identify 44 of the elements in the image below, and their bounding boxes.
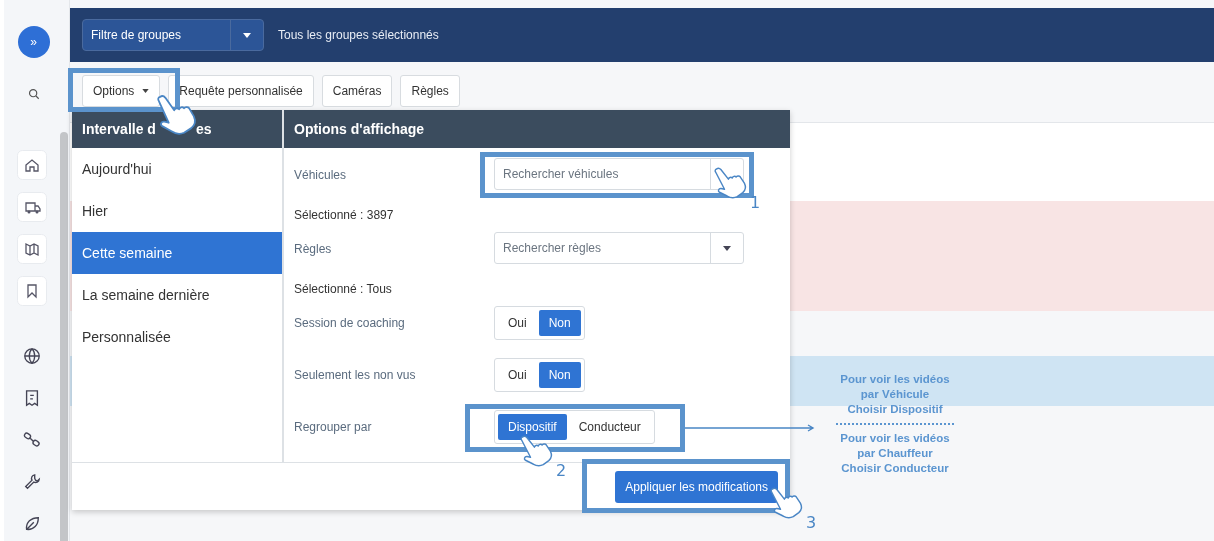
globe-icon[interactable]	[22, 346, 41, 366]
selection-count: Sélectionné : Tous	[294, 282, 392, 296]
home-icon[interactable]	[16, 150, 47, 180]
scrollbar[interactable]	[60, 132, 68, 541]
segment-button[interactable]: Dispositif	[498, 414, 567, 440]
date-range-item[interactable]: Cette semaine	[72, 232, 282, 274]
group-filter-select[interactable]: Filtre de groupes	[82, 19, 264, 51]
bookmark-icon[interactable]	[16, 276, 47, 306]
caret-icon	[723, 245, 731, 251]
panel-title: Options d'affichage	[294, 121, 425, 137]
link-icon[interactable]	[22, 430, 41, 450]
toolbar-button[interactable]: Options	[82, 75, 161, 107]
toolbar-button[interactable]: Règles	[400, 75, 460, 107]
caret-icon	[243, 32, 251, 38]
option-label: Véhicules	[294, 168, 347, 182]
panel-title: Intervalle d	[82, 121, 156, 137]
step-number: 3	[806, 514, 817, 532]
option-label: Regrouper par	[294, 420, 372, 434]
step-number: 1	[750, 194, 761, 212]
step-number: 2	[556, 462, 567, 480]
group-summary: Tous les groupes sélectionnés	[278, 28, 439, 42]
map-icon[interactable]	[16, 234, 47, 264]
annotation-text: Pour voir les vidéos par Chauffeur Choisir Conducteur	[840, 431, 950, 476]
search-icon[interactable]	[27, 88, 40, 100]
option-label: Session de coaching	[294, 316, 405, 330]
toolbar-button[interactable]: Requête personnalisée	[168, 75, 314, 107]
search-field[interactable]: Rechercher règles	[494, 232, 744, 264]
date-range-item[interactable]: La semaine dernière	[72, 274, 282, 316]
apply-button[interactable]: Appliquer les modifications	[615, 470, 778, 503]
panel-title: es	[195, 121, 212, 137]
date-range-item[interactable]: Hier	[72, 190, 282, 232]
toolbar-button[interactable]: Caméras	[321, 75, 393, 107]
truck-icon[interactable]	[16, 192, 47, 222]
caret-icon	[142, 89, 150, 93]
date-range-item[interactable]: Personnalisée	[72, 316, 282, 358]
segment-button[interactable]: Non	[538, 310, 581, 336]
option-label: Seulement les non vus	[294, 368, 416, 382]
expand-button[interactable]: »	[17, 26, 50, 58]
wrench-icon[interactable]	[22, 472, 41, 492]
selection-count: Sélectionné : 3897	[294, 208, 394, 222]
option-label: Règles	[294, 242, 332, 256]
segment-button[interactable]: Non	[538, 362, 581, 388]
annotation-text: Pour voir les vidéos par Véhicule Choisir Dispositif	[840, 372, 950, 417]
date-range-item[interactable]: Aujourd'hui	[72, 148, 282, 190]
